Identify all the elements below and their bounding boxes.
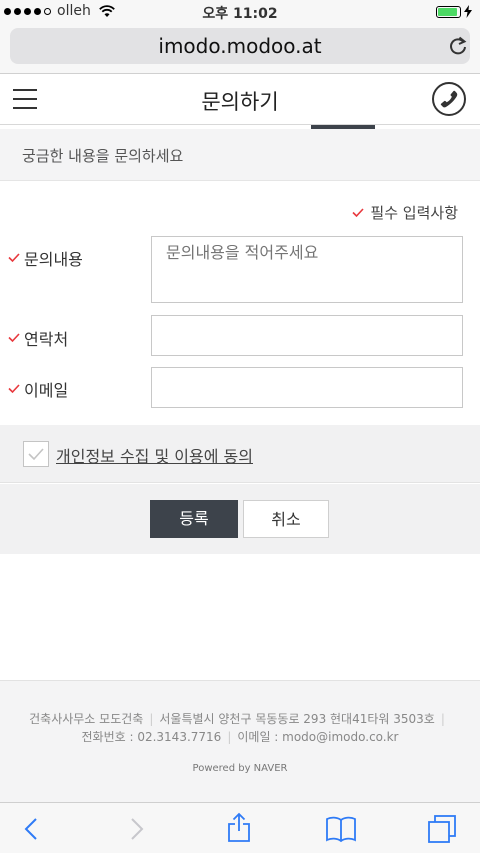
required-note: 필수 입력사항 — [352, 202, 458, 223]
required-note-text: 필수 입력사항 — [370, 204, 458, 222]
cancel-button[interactable]: 취소 — [243, 500, 329, 538]
contact-input[interactable] — [151, 315, 463, 356]
required-check-icon — [8, 384, 20, 394]
phone-call-button[interactable] — [432, 82, 466, 116]
page-title: 문의하기 — [201, 90, 279, 114]
forward-icon[interactable] — [120, 813, 152, 845]
status-bar: olleh 오후 11:02 — [0, 0, 480, 24]
intro-text: 궁금한 내용을 문의하세요 — [22, 147, 184, 165]
footer-powered-by: Powered by NAVER — [192, 763, 288, 774]
browser-toolbar — [0, 802, 480, 853]
site-footer: 건축사사무소 모도건축 | 서울특별시 양천구 목동동로 293 현대41타워 35… — [0, 680, 480, 802]
contact-label: 연락처 — [8, 326, 68, 350]
share-icon[interactable] — [223, 811, 255, 843]
email-input[interactable] — [151, 367, 463, 408]
footer-phone: 전화번호 : 02.3143.7716 — [81, 730, 222, 744]
page-header: 문의하기 — [0, 75, 480, 125]
contact-label-text: 연락처 — [24, 330, 69, 349]
section-intro: 궁금한 내용을 문의하세요 — [0, 129, 480, 181]
charging-bolt-icon — [464, 5, 472, 18]
required-check-icon — [352, 207, 365, 217]
footer-company: 건축사사무소 모도건축 — [29, 712, 144, 726]
inquiry-label: 문의내용 — [8, 246, 83, 270]
url-text: imodo.modoo.at — [158, 34, 322, 58]
form-actions: 등록 취소 — [0, 484, 480, 554]
required-check-icon — [8, 333, 20, 343]
status-time: 오후 11:02 — [202, 6, 278, 22]
bookmarks-icon[interactable] — [325, 813, 357, 845]
email-label: 이메일 — [8, 377, 68, 401]
reload-icon[interactable] — [448, 36, 468, 56]
browser-address-area: imodo.modoo.at — [0, 24, 480, 74]
battery-indicator — [436, 5, 472, 18]
checkmark-icon — [28, 448, 44, 461]
back-icon[interactable] — [16, 813, 48, 845]
submit-button[interactable]: 등록 — [150, 500, 238, 538]
inquiry-textarea[interactable] — [151, 236, 463, 303]
privacy-consent-checkbox[interactable] — [23, 441, 49, 467]
required-check-icon — [8, 253, 20, 263]
inquiry-label-text: 문의내용 — [24, 250, 83, 269]
footer-email: 이메일 : modo@imodo.co.kr — [237, 730, 399, 744]
battery-level — [438, 7, 457, 16]
footer-address: 서울특별시 양천구 목동동로 293 현대41타워 3503호 — [159, 712, 435, 726]
tabs-icon[interactable] — [426, 813, 458, 845]
phone-icon — [440, 90, 458, 108]
email-label-text: 이메일 — [24, 381, 69, 400]
privacy-consent-row: 개인정보 수집 및 이용에 동의 — [0, 425, 480, 483]
privacy-consent-link[interactable]: 개인정보 수집 및 이용에 동의 — [56, 443, 253, 467]
address-bar[interactable]: imodo.modoo.at — [10, 28, 470, 64]
